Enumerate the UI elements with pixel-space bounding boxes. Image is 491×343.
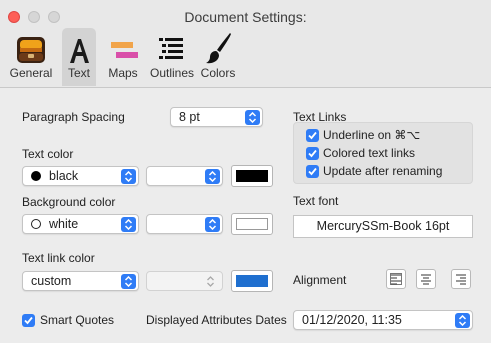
paragraph-spacing-popup[interactable]: 8 pt — [170, 107, 263, 127]
text-settings-panel: Paragraph Spacing 8 pt Text color black — [10, 96, 481, 340]
popup-arrows-icon — [245, 110, 260, 125]
align-center-icon — [421, 274, 431, 285]
align-center-button[interactable] — [416, 269, 436, 289]
text-link-color-popup[interactable]: custom — [22, 271, 139, 291]
update-after-renaming-label: Update after renaming — [323, 164, 443, 178]
general-icon — [4, 31, 58, 65]
popup-arrows-icon — [121, 217, 136, 232]
text-link-color-swatch-fill — [236, 275, 268, 287]
paragraph-spacing-value: 8 pt — [179, 110, 200, 124]
text-color-swatch-fill — [236, 170, 268, 182]
tab-colors-label: Colors — [200, 66, 236, 80]
text-color-variant-popup[interactable] — [146, 166, 223, 186]
underline-checkbox[interactable] — [306, 129, 319, 142]
text-color-value: black — [49, 169, 79, 183]
window-title: Document Settings: — [184, 9, 307, 25]
popup-arrows-icon — [206, 274, 218, 289]
title-bar: Document Settings: General Text Maps Out… — [0, 0, 491, 88]
popup-arrows-icon — [121, 169, 136, 184]
text-link-color-variant-popup[interactable] — [146, 271, 223, 291]
text-font-field[interactable]: MercurySSm-Book 16pt — [293, 215, 473, 238]
tab-outlines-label: Outlines — [149, 66, 195, 80]
popup-arrows-icon — [455, 313, 470, 328]
tab-general[interactable]: General — [4, 28, 58, 86]
colored-links-checkbox[interactable] — [306, 147, 319, 160]
displayed-dates-value: 01/12/2020, 11:35 — [302, 313, 402, 327]
update-after-renaming-checkbox[interactable] — [306, 165, 319, 178]
background-color-value: white — [49, 217, 79, 231]
tab-general-label: General — [9, 66, 53, 80]
smart-quotes-checkbox[interactable] — [22, 314, 35, 327]
tab-colors[interactable]: Colors — [199, 28, 237, 86]
align-right-icon — [456, 274, 466, 285]
black-dot-icon — [31, 171, 41, 181]
tab-text[interactable]: Text — [62, 28, 96, 86]
text-color-swatch[interactable] — [231, 165, 273, 187]
text-icon — [62, 31, 96, 65]
paragraph-spacing-label: Paragraph Spacing — [22, 110, 125, 124]
text-links-group: Underline on ⌘⌥ Colored text links Updat… — [293, 122, 473, 184]
tab-maps-label: Maps — [108, 66, 138, 80]
background-color-variant-popup[interactable] — [146, 214, 223, 234]
colored-links-label: Colored text links — [323, 146, 416, 160]
text-color-label: Text color — [22, 147, 74, 161]
background-color-swatch[interactable] — [231, 213, 273, 235]
displayed-dates-popup[interactable]: 01/12/2020, 11:35 — [293, 310, 473, 330]
text-link-color-label: Text link color — [22, 251, 95, 265]
tab-text-label: Text — [67, 66, 90, 80]
align-left-icon — [390, 273, 402, 285]
popup-arrows-icon — [121, 274, 136, 289]
text-link-color-value: custom — [31, 274, 72, 288]
background-color-popup[interactable]: white — [22, 214, 139, 234]
underline-label: Underline on ⌘⌥ — [323, 128, 421, 142]
maps-icon — [103, 31, 143, 65]
smart-quotes-label: Smart Quotes — [40, 313, 115, 327]
colors-icon — [199, 31, 237, 65]
tab-maps[interactable]: Maps — [103, 28, 143, 86]
background-color-swatch-fill — [236, 218, 268, 230]
align-left-button[interactable] — [386, 269, 406, 289]
text-color-popup[interactable]: black — [22, 166, 139, 186]
popup-arrows-icon — [205, 217, 220, 232]
white-dot-icon — [31, 219, 41, 229]
align-right-button[interactable] — [451, 269, 471, 289]
popup-arrows-icon — [205, 169, 220, 184]
tab-outlines[interactable]: Outlines — [146, 28, 198, 86]
text-font-label: Text font — [293, 194, 339, 208]
settings-window: Document Settings: General Text Maps Out… — [0, 0, 491, 343]
alignment-label: Alignment — [293, 273, 347, 287]
background-color-label: Background color — [22, 195, 116, 209]
displayed-dates-label: Displayed Attributes Dates — [146, 313, 287, 327]
text-link-color-swatch[interactable] — [231, 270, 273, 292]
outlines-icon — [146, 31, 198, 65]
